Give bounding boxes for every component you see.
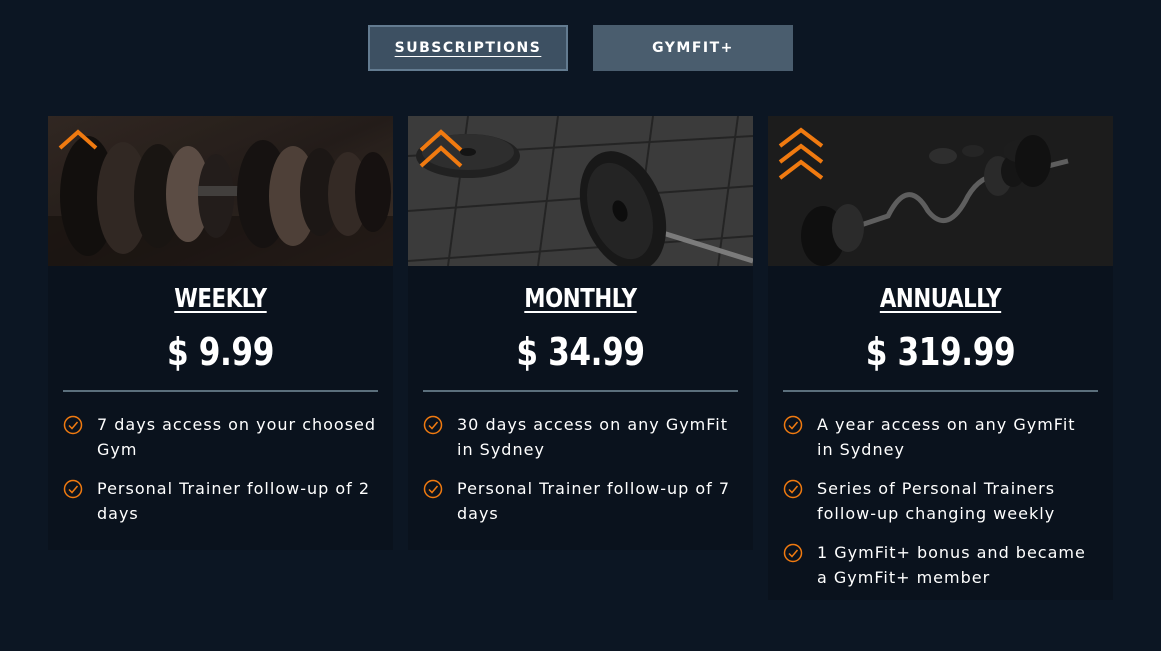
plan-price: $ 319.99: [865, 330, 1016, 374]
annually-plan-image: [768, 116, 1113, 266]
feature-text: Series of Personal Trainers follow-up ch…: [817, 479, 1056, 523]
divider: [783, 390, 1098, 392]
plan-title: MONTHLY: [524, 284, 637, 314]
feature-text: 30 days access on any GymFit in Sydney: [457, 415, 729, 459]
plan-tabs: SUBSCRIPTIONS GYMFIT+: [368, 25, 793, 71]
plan-card-annually[interactable]: ANNUALLY $ 319.99 A year access on any G…: [768, 116, 1113, 600]
feature-item: 7 days access on your choosed Gym: [63, 412, 378, 462]
plan-card-monthly[interactable]: MONTHLY $ 34.99 30 days access on any Gy…: [408, 116, 753, 550]
check-circle-icon: [423, 415, 443, 435]
monthly-plan-image: [408, 116, 753, 266]
double-chevron-up-icon: [419, 129, 463, 168]
feature-text: A year access on any GymFit in Sydney: [817, 415, 1076, 459]
plan-title: ANNUALLY: [879, 284, 1002, 314]
plan-card-weekly[interactable]: WEEKLY $ 9.99 7 days access on your choo…: [48, 116, 393, 550]
triple-chevron-up-icon: [778, 127, 824, 180]
feature-item: Personal Trainer follow-up of 2 days: [63, 476, 378, 526]
feature-item: A year access on any GymFit in Sydney: [783, 412, 1098, 462]
feature-text: Personal Trainer follow-up of 2 days: [97, 479, 371, 523]
plan-title: WEEKLY: [174, 284, 267, 314]
tab-gymfit-plus[interactable]: GYMFIT+: [593, 25, 793, 71]
check-circle-icon: [423, 479, 443, 499]
single-chevron-up-icon: [58, 129, 98, 150]
divider: [63, 390, 378, 392]
check-circle-icon: [783, 543, 803, 563]
check-circle-icon: [63, 479, 83, 499]
tab-subscriptions[interactable]: SUBSCRIPTIONS: [368, 25, 568, 71]
dumbbell-rack-photo: [48, 116, 393, 266]
feature-item: Series of Personal Trainers follow-up ch…: [783, 476, 1098, 526]
plan-price: $ 34.99: [516, 330, 645, 374]
feature-item: Personal Trainer follow-up of 7 days: [423, 476, 738, 526]
feature-list: 7 days access on your choosed Gym Person…: [48, 412, 393, 526]
check-circle-icon: [783, 479, 803, 499]
feature-list: A year access on any GymFit in Sydney Se…: [768, 412, 1113, 590]
check-circle-icon: [783, 415, 803, 435]
weekly-plan-image: [48, 116, 393, 266]
feature-text: Personal Trainer follow-up of 7 days: [457, 479, 731, 523]
feature-text: 7 days access on your choosed Gym: [97, 415, 377, 459]
feature-item: 1 GymFit+ bonus and became a GymFit+ mem…: [783, 540, 1098, 590]
plan-price: $ 9.99: [167, 330, 274, 374]
feature-item: 30 days access on any GymFit in Sydney: [423, 412, 738, 462]
divider: [423, 390, 738, 392]
feature-list: 30 days access on any GymFit in Sydney P…: [408, 412, 753, 526]
feature-text: 1 GymFit+ bonus and became a GymFit+ mem…: [817, 543, 1086, 587]
check-circle-icon: [63, 415, 83, 435]
pricing-cards: WEEKLY $ 9.99 7 days access on your choo…: [48, 116, 1113, 600]
